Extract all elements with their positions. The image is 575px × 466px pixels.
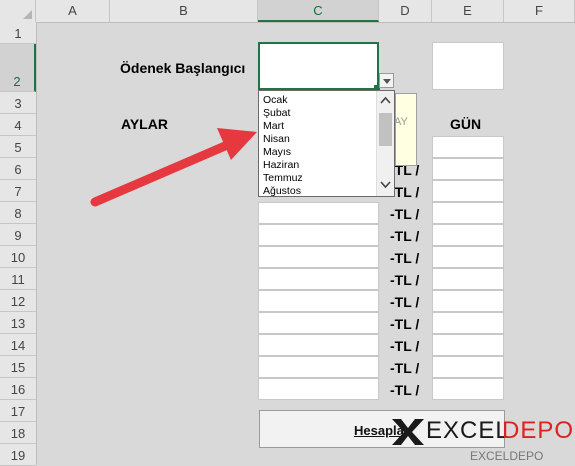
cell-e2[interactable] bbox=[432, 42, 504, 90]
month-option-nisan[interactable]: Nisan bbox=[263, 133, 290, 145]
row-header-11[interactable]: 11 bbox=[0, 268, 36, 290]
tl-suffix-label: -TL / bbox=[390, 272, 420, 288]
day-cell[interactable] bbox=[432, 158, 504, 180]
row-header-10[interactable]: 10 bbox=[0, 246, 36, 268]
row-header-bar: 1 2 3 4 5 6 7 8 9 10 11 12 13 14 15 16 1… bbox=[0, 22, 37, 466]
day-cell[interactable] bbox=[432, 224, 504, 246]
tl-suffix-label: -TL / bbox=[390, 250, 420, 266]
select-all-corner[interactable] bbox=[0, 0, 36, 22]
column-header-c[interactable]: C bbox=[258, 0, 379, 22]
column-header-bar: A B C D E F bbox=[0, 0, 575, 23]
row-header-19[interactable]: 19 bbox=[0, 444, 36, 466]
month-option-agustos[interactable]: Ağustos bbox=[263, 185, 301, 196]
column-header-e[interactable]: E bbox=[432, 0, 504, 22]
row-header-16[interactable]: 16 bbox=[0, 378, 36, 400]
month-cell[interactable] bbox=[258, 378, 379, 400]
tl-suffix-label: -TL / bbox=[390, 228, 420, 244]
column-header-d[interactable]: D bbox=[379, 0, 432, 22]
row-header-6[interactable]: 6 bbox=[0, 158, 36, 180]
row-header-9[interactable]: 9 bbox=[0, 224, 36, 246]
watermark-small-text: EXCELDEPO bbox=[470, 449, 544, 463]
scroll-down-icon[interactable] bbox=[380, 181, 391, 189]
month-cell[interactable] bbox=[258, 356, 379, 378]
column-header-b[interactable]: B bbox=[110, 0, 258, 22]
day-cell[interactable] bbox=[432, 202, 504, 224]
row-header-17[interactable]: 17 bbox=[0, 400, 36, 422]
tl-suffix-label: -TL / bbox=[390, 316, 420, 332]
row-header-15[interactable]: 15 bbox=[0, 356, 36, 378]
day-cell[interactable] bbox=[432, 136, 504, 158]
red-arrow-annotation bbox=[90, 128, 257, 207]
watermark-excel-text: EXCEL bbox=[426, 417, 510, 444]
gun-label: GÜN bbox=[450, 116, 482, 132]
row-header-2[interactable]: 2 bbox=[0, 44, 36, 92]
day-cell[interactable] bbox=[432, 246, 504, 268]
month-dropdown-list[interactable]: Ocak Şubat Mart Nisan Mayıs Haziran Temm… bbox=[258, 90, 395, 197]
tooltip-text: AY bbox=[395, 116, 408, 128]
odenek-baslangici-label: Ödenek Başlangıcı bbox=[120, 60, 246, 76]
column-header-a[interactable]: A bbox=[36, 0, 110, 22]
row-header-18[interactable]: 18 bbox=[0, 422, 36, 444]
month-option-mayis[interactable]: Mayıs bbox=[263, 146, 291, 158]
day-cell[interactable] bbox=[432, 180, 504, 202]
tl-suffix-label: -TL / bbox=[390, 294, 420, 310]
day-cell[interactable] bbox=[432, 290, 504, 312]
month-option-subat[interactable]: Şubat bbox=[263, 107, 290, 119]
tl-suffix-label: -TL / bbox=[390, 360, 420, 376]
row-header-7[interactable]: 7 bbox=[0, 180, 36, 202]
month-option-ocak[interactable]: Ocak bbox=[263, 94, 288, 106]
row-header-8[interactable]: 8 bbox=[0, 202, 36, 224]
month-option-temmuz[interactable]: Temmuz bbox=[263, 172, 303, 184]
column-header-f[interactable]: F bbox=[504, 0, 575, 22]
day-cell[interactable] bbox=[432, 378, 504, 400]
day-cell[interactable] bbox=[432, 312, 504, 334]
exceldepo-logo-icon bbox=[392, 419, 424, 445]
month-option-haziran[interactable]: Haziran bbox=[263, 159, 299, 171]
dropdown-arrow-button[interactable] bbox=[379, 73, 394, 88]
row-header-14[interactable]: 14 bbox=[0, 334, 36, 356]
month-cell[interactable] bbox=[258, 312, 379, 334]
month-cell[interactable] bbox=[258, 246, 379, 268]
day-cell[interactable] bbox=[432, 356, 504, 378]
tl-suffix-label: -TL / bbox=[390, 338, 420, 354]
tl-suffix-label: -TL / bbox=[390, 206, 420, 222]
month-cell[interactable] bbox=[258, 290, 379, 312]
month-option-mart[interactable]: Mart bbox=[263, 120, 284, 132]
month-cell[interactable] bbox=[258, 268, 379, 290]
tl-suffix-label: -TL / bbox=[390, 382, 420, 398]
row-header-12[interactable]: 12 bbox=[0, 290, 36, 312]
selected-cell-c2[interactable] bbox=[258, 42, 379, 90]
row-header-5[interactable]: 5 bbox=[0, 136, 36, 158]
month-cell[interactable] bbox=[258, 202, 379, 224]
month-cell[interactable] bbox=[258, 334, 379, 356]
input-message-tooltip: AY bbox=[395, 93, 417, 166]
scrollbar-thumb[interactable] bbox=[379, 113, 392, 146]
day-cell[interactable] bbox=[432, 334, 504, 356]
row-header-1[interactable]: 1 bbox=[0, 22, 36, 44]
row-header-3[interactable]: 3 bbox=[0, 92, 36, 114]
watermark-depo-text: DEPO bbox=[502, 417, 575, 444]
list-scrollbar[interactable] bbox=[376, 91, 394, 196]
month-cell[interactable] bbox=[258, 224, 379, 246]
day-cell[interactable] bbox=[432, 268, 504, 290]
row-header-4[interactable]: 4 bbox=[0, 114, 36, 136]
scroll-up-icon[interactable] bbox=[380, 96, 391, 104]
row-header-13[interactable]: 13 bbox=[0, 312, 36, 334]
